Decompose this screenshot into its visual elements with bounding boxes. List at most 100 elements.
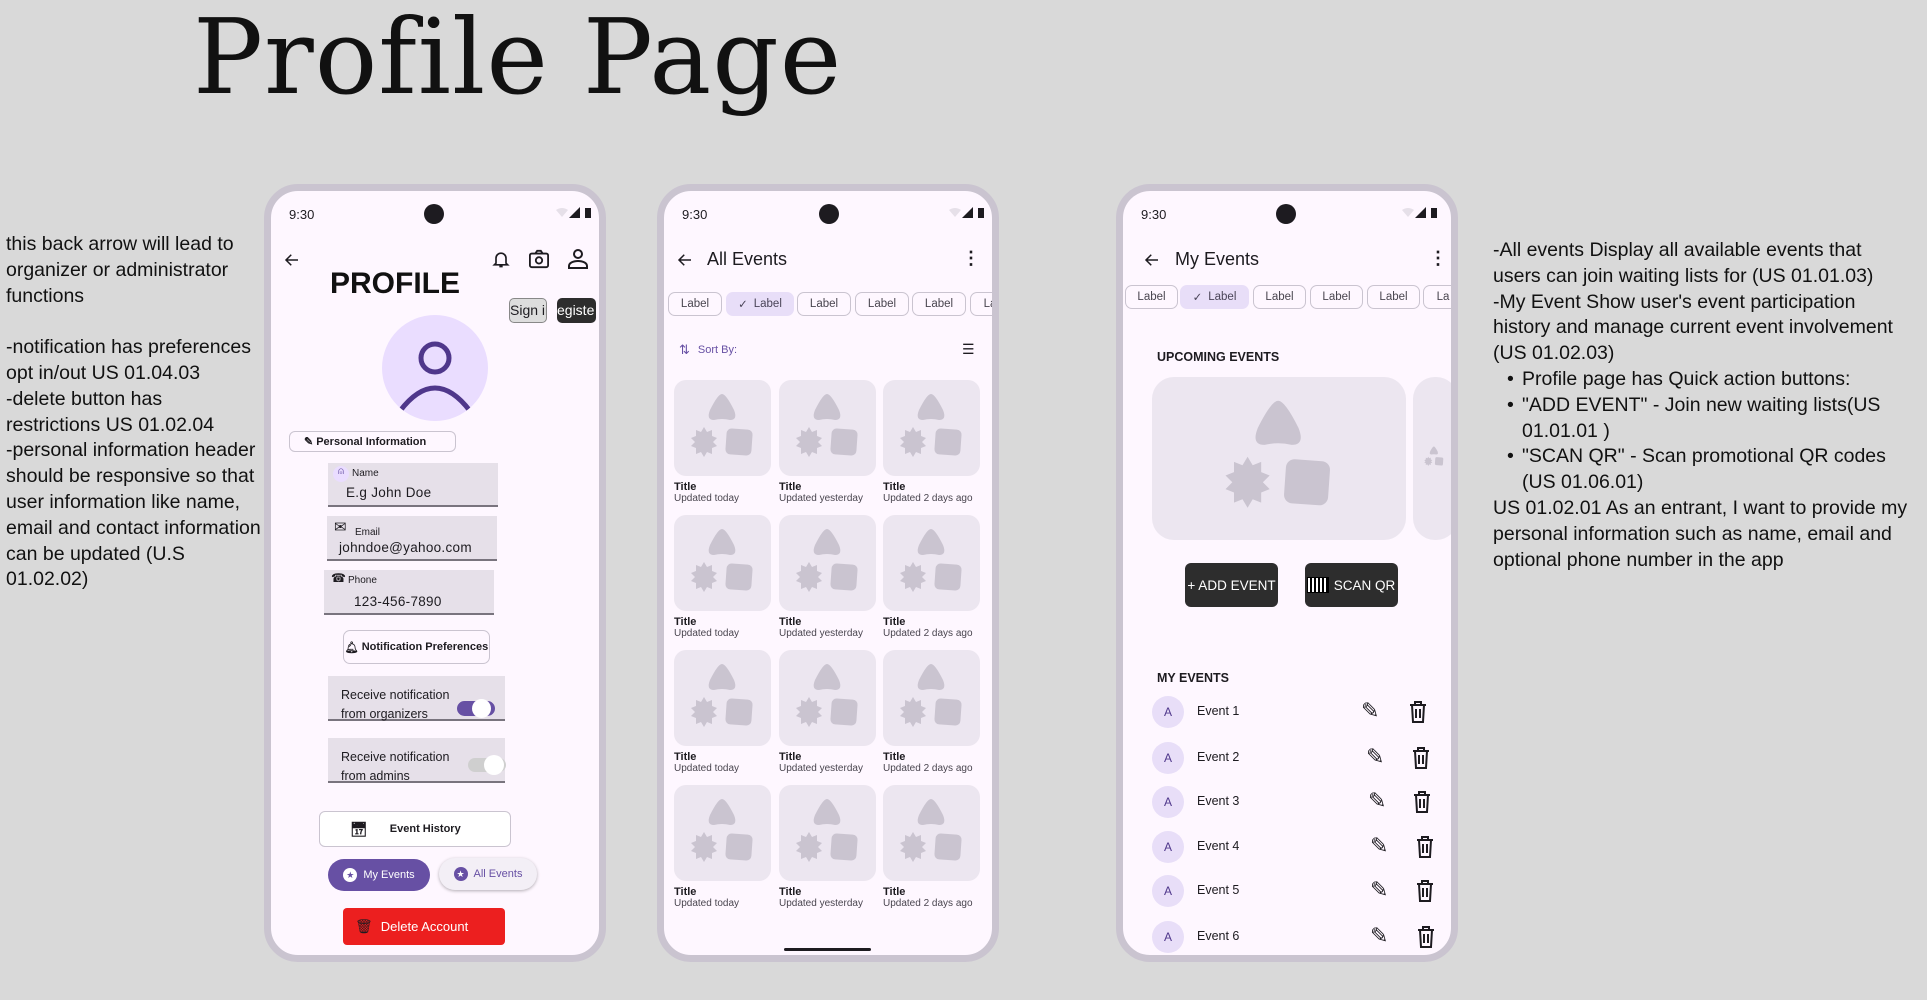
edit-pencil-icon[interactable]: ✎ xyxy=(1366,744,1384,770)
event-card-title: Title xyxy=(883,886,906,898)
filter-chip[interactable]: Label xyxy=(1253,285,1306,309)
delete-trash-icon[interactable] xyxy=(1416,880,1434,907)
delete-trash-icon[interactable] xyxy=(1413,791,1431,818)
notification-preferences-button[interactable]: 🔔︎ Notification Preferences xyxy=(343,630,490,664)
my-events-phone: 9:30 My Events ⋮ UPCOMING EVENTS + ADD E… xyxy=(1116,184,1458,962)
event-row[interactable]: A Event 3 ✎ xyxy=(1152,786,1442,818)
filter-chip[interactable]: Label xyxy=(668,292,722,316)
name-value: E.g John Doe xyxy=(346,485,432,500)
mail-icon: ✉ xyxy=(334,519,347,536)
filter-chip[interactable]: Label xyxy=(797,292,851,316)
event-card[interactable]: Title Updated yesterday xyxy=(779,785,876,909)
phone-field[interactable]: ☎ Phone 123-456-7890 xyxy=(324,570,494,615)
camera-icon[interactable] xyxy=(527,247,551,271)
more-vert-icon[interactable]: ⋮ xyxy=(962,248,980,269)
home-indicator xyxy=(784,948,871,951)
email-label: Email xyxy=(355,527,381,538)
phone-value: 123-456-7890 xyxy=(354,594,442,609)
event-card-title: Title xyxy=(779,616,802,628)
profile-phone: 9:30 PROFILE Sign in egiste ✎Personal In… xyxy=(264,184,606,962)
status-icons xyxy=(1402,207,1437,218)
event-name: Event 1 xyxy=(1197,704,1240,718)
personal-information-button[interactable]: ✎ Personal Information xyxy=(289,431,456,452)
filter-chip[interactable]: La xyxy=(970,292,992,316)
screen-title: My Events xyxy=(1175,249,1260,269)
event-card-title: Title xyxy=(883,481,906,493)
sign-in-button[interactable]: Sign in xyxy=(509,298,547,323)
account-icon[interactable] xyxy=(565,246,591,272)
all-events-phone: 9:30 All Events ⋮ ⇅ Sort By: ☰ Label ✓ Labe… xyxy=(657,184,999,962)
back-arrow-icon[interactable] xyxy=(1140,248,1164,272)
upcoming-event-card[interactable] xyxy=(1152,377,1406,540)
all-events-button[interactable]: ★ All Events xyxy=(439,858,537,890)
event-row[interactable]: A Event 4 ✎ xyxy=(1152,831,1442,863)
event-card-title: Title xyxy=(779,481,802,493)
filter-chip[interactable]: La xyxy=(1423,285,1451,309)
check-icon: ✓ xyxy=(738,299,748,311)
sort-by-button[interactable]: ⇅ Sort By: xyxy=(679,342,737,358)
email-field[interactable]: ✉ Email johndoe@yahoo.com xyxy=(327,516,497,561)
filter-chip[interactable]: Label xyxy=(1367,285,1420,309)
event-card[interactable]: Title Updated 2 days ago xyxy=(883,380,980,504)
list-view-icon[interactable]: ☰ xyxy=(962,341,975,358)
chip-label: Label xyxy=(809,298,839,310)
delete-trash-icon[interactable] xyxy=(1417,926,1435,953)
event-card[interactable]: Title Updated 2 days ago xyxy=(883,515,980,639)
my-events-button[interactable]: ★ My Events xyxy=(328,859,430,891)
delete-trash-icon[interactable] xyxy=(1409,701,1427,728)
event-name: Event 4 xyxy=(1197,839,1240,853)
scan-qr-button[interactable]: SCAN QR xyxy=(1305,563,1398,607)
event-card-subtitle: Updated 2 days ago xyxy=(883,898,973,909)
filter-chip[interactable]: Label xyxy=(855,292,909,316)
upcoming-event-card[interactable] xyxy=(1413,377,1451,540)
back-arrow-icon[interactable] xyxy=(673,248,697,272)
camera-cutout xyxy=(1276,204,1296,224)
delete-trash-icon[interactable] xyxy=(1416,836,1434,863)
add-event-button[interactable]: + ADD EVENT xyxy=(1185,563,1278,607)
note-bullet: Profile page has Quick action buttons: xyxy=(1507,367,1913,393)
event-row[interactable]: A Event 1 ✎ xyxy=(1152,696,1442,728)
event-card[interactable]: Title Updated 2 days ago xyxy=(883,785,980,909)
organizer-notification-toggle[interactable] xyxy=(457,699,495,718)
event-card[interactable]: Title Updated yesterday xyxy=(779,650,876,774)
event-card[interactable]: Title Updated today xyxy=(674,650,771,774)
event-row[interactable]: A Event 5 ✎ xyxy=(1152,875,1442,907)
edit-pencil-icon[interactable]: ✎ xyxy=(1361,698,1379,724)
event-history-button[interactable]: 📅︎ Event History xyxy=(319,811,511,847)
filter-chip[interactable]: Label xyxy=(1125,285,1178,309)
profile-avatar[interactable] xyxy=(382,315,488,421)
event-card[interactable]: Title Updated today xyxy=(674,785,771,909)
event-card-subtitle: Updated today xyxy=(674,628,740,639)
edit-pencil-icon[interactable]: ✎ xyxy=(1370,923,1388,949)
filter-chip[interactable]: Label xyxy=(1310,285,1363,309)
edit-pencil-icon[interactable]: ✎ xyxy=(1370,833,1388,859)
event-card[interactable]: Title Updated yesterday xyxy=(779,380,876,504)
more-vert-icon[interactable]: ⋮ xyxy=(1429,248,1447,269)
chip-label: Label xyxy=(867,298,897,310)
delete-trash-icon[interactable] xyxy=(1412,747,1430,774)
register-button[interactable]: egiste xyxy=(557,298,596,323)
event-card[interactable]: Title Updated today xyxy=(674,515,771,639)
filter-chip[interactable]: Label xyxy=(912,292,966,316)
filter-chip[interactable]: ✓ Label xyxy=(726,292,794,316)
edit-pencil-icon[interactable]: ✎ xyxy=(1368,788,1386,814)
event-card[interactable]: Title Updated today xyxy=(674,380,771,504)
screen-title: All Events xyxy=(707,249,788,269)
organizer-notification-row: Receive notification from organizers xyxy=(328,676,505,721)
delete-account-button[interactable]: 🗑︎ Delete Account xyxy=(343,908,505,945)
admin-notification-toggle[interactable] xyxy=(468,755,506,775)
edit-pencil-icon[interactable]: ✎ xyxy=(1370,877,1388,903)
name-field[interactable]: ⍝ Name E.g John Doe xyxy=(328,463,498,507)
event-image-placeholder xyxy=(779,650,876,746)
event-card[interactable]: Title Updated yesterday xyxy=(779,515,876,639)
event-card[interactable]: Title Updated 2 days ago xyxy=(883,650,980,774)
status-icons xyxy=(556,207,591,218)
chip-label: La xyxy=(1436,291,1450,303)
event-row[interactable]: A Event 2 ✎ xyxy=(1152,742,1442,774)
notification-preferences-label: Notification Preferences xyxy=(361,641,489,653)
note-bullet: "ADD EVENT" - Join new waiting lists(US … xyxy=(1507,393,1913,445)
status-time: 9:30 xyxy=(289,207,315,222)
event-card-title: Title xyxy=(883,616,906,628)
filter-chip[interactable]: ✓ Label xyxy=(1180,285,1249,309)
event-row[interactable]: A Event 6 ✎ xyxy=(1152,921,1442,953)
